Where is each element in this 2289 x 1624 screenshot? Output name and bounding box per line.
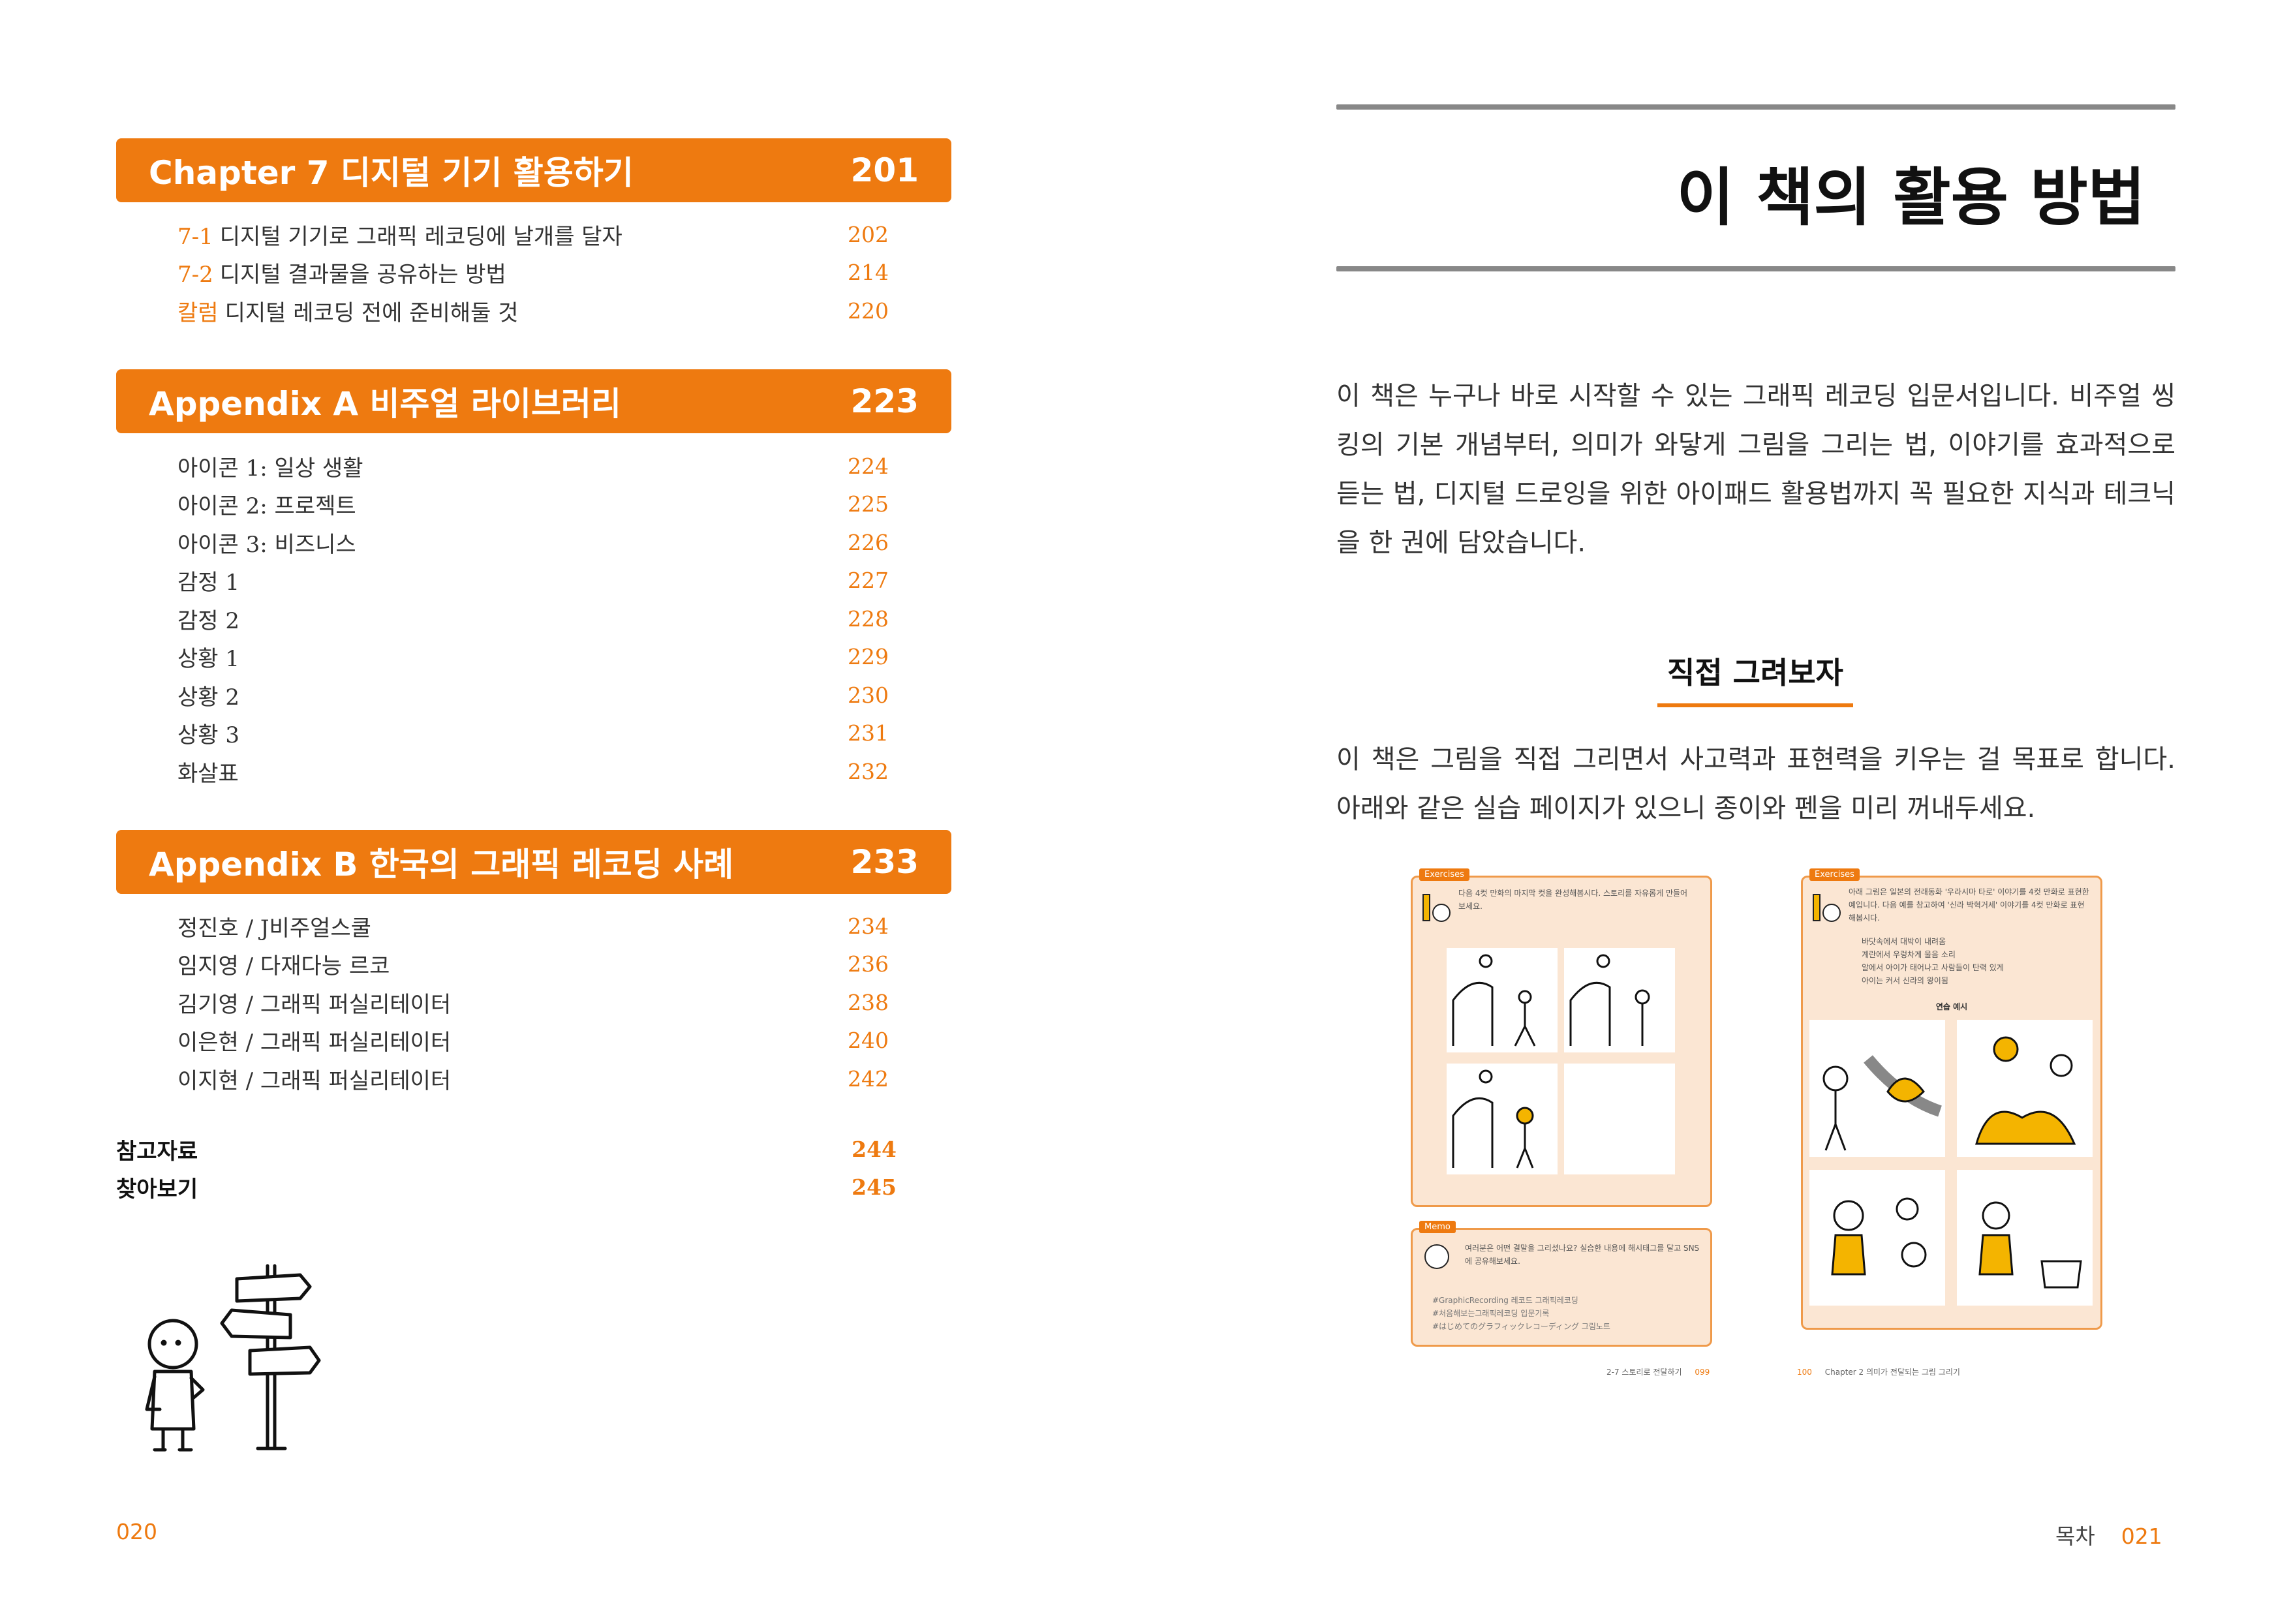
- memo-tag: Memo: [1419, 1221, 1456, 1233]
- bullet-item: 바닷속에서 대박이 내려옴: [1862, 937, 1946, 946]
- exercise-thumbnail-1: Exercises 다음 4컷 만화의 마지막 컷을 완성해봅시다. 스토리를 …: [1411, 868, 1712, 1207]
- top-rule: [1336, 104, 2175, 110]
- body-paragraph: 이 책은 그림을 직접 그리면서 사고력과 표현력을 키우는 걸 목표로 합니다…: [1336, 744, 2175, 823]
- memo-text: 여러분은 어떤 결말을 그리셨나요? 실습한 내용에 해시태그를 달고 SNS에…: [1465, 1244, 1700, 1266]
- right-page-number: 목차 021: [2055, 1519, 2162, 1550]
- example-comic-panel: [1957, 1170, 2093, 1306]
- title-rule: [1336, 266, 2175, 271]
- subheading-underline: [1657, 703, 1853, 707]
- comic-panel: [1447, 948, 1558, 1052]
- example-comic-panel: [1809, 1020, 1945, 1157]
- comic-panel: [1564, 948, 1675, 1052]
- bullet-item: 알에서 아이가 태어나고 사람들이 탄력 있게: [1862, 963, 2004, 972]
- thumb-footer-right-label: Chapter 2 의미가 전달되는 그림 그리기: [1824, 1368, 1960, 1377]
- example-comic-panel: [1809, 1170, 1945, 1306]
- right-folio-label: 목차: [2055, 1524, 2095, 1549]
- right-page: 이 책의 활용 방법 이 책은 누구나 바로 시작할 수 있는 그래픽 레코딩 …: [0, 0, 2289, 1624]
- example-comic-panel: [1957, 1020, 2093, 1157]
- thumbnail-footer-left: 2-7 스토리로 전달하기 099: [1606, 1366, 1710, 1377]
- example-label: 연습 예시: [1935, 1002, 1968, 1011]
- exercises-tag: Exercises: [1809, 868, 1860, 881]
- exercise-2-instructions: 아래 그림은 일본의 전래동화 '우라시마 타로' 이야기를 4컷 만화로 표현…: [1849, 887, 2089, 923]
- empty-comic-panel: [1564, 1064, 1675, 1174]
- memo-thumbnail: Memo 여러분은 어떤 결말을 그리셨나요? 실습한 내용에 해시태그를 달고…: [1411, 1221, 1712, 1347]
- exercise-thumbnail-2: Exercises 아래 그림은 일본의 전래동화 '우라시마 타로' 이야기를…: [1801, 868, 2102, 1330]
- exercises-tag: Exercises: [1419, 868, 1469, 881]
- section-subheading: 직접 그려보자: [1667, 655, 1843, 690]
- memo-character-icon: [1424, 1244, 1449, 1269]
- exercise-1-instructions: 다음 4컷 만화의 마지막 컷을 완성해봅시다. 스토리를 자유롭게 만들어 보…: [1458, 889, 1688, 911]
- memo-hashtags: #GraphicRecording 레코드 그래픽레코딩 #처음해보는그래픽레코…: [1432, 1294, 1693, 1333]
- intro-paragraph: 이 책은 누구나 바로 시작할 수 있는 그래픽 레코딩 입문서입니다. 비주얼…: [1336, 381, 2175, 558]
- hashtag: #처음해보는그래픽레코딩 입문기록: [1432, 1309, 1550, 1318]
- bullet-item: 아이는 커서 신라의 왕이됨: [1862, 976, 1948, 985]
- thumb-footer-left-label: 2-7 스토리로 전달하기: [1606, 1368, 1682, 1377]
- comic-panel: [1447, 1064, 1558, 1174]
- page-title: 이 책의 활용 방법: [1676, 161, 2145, 234]
- thumb-footer-left-num: 099: [1695, 1368, 1710, 1377]
- thumb-footer-right-num: 100: [1797, 1368, 1812, 1377]
- bullet-item: 계란에서 우렁차게 울음 소리: [1862, 950, 1956, 959]
- pencil-character-icon: [1422, 894, 1451, 922]
- hashtag: #GraphicRecording 레코드 그래픽레코딩: [1432, 1296, 1578, 1305]
- right-folio-number: 021: [2121, 1524, 2162, 1549]
- pencil-character-icon: [1813, 894, 1841, 922]
- hashtag: #はじめてのグラフィックレコーディング 그림노트: [1432, 1322, 1610, 1331]
- exercise-2-bullets: 바닷속에서 대박이 내려옴 계란에서 우렁차게 울음 소리 알에서 아이가 태어…: [1862, 935, 2083, 987]
- thumbnail-footer-right: 100 Chapter 2 의미가 전달되는 그림 그리기: [1797, 1366, 1960, 1377]
